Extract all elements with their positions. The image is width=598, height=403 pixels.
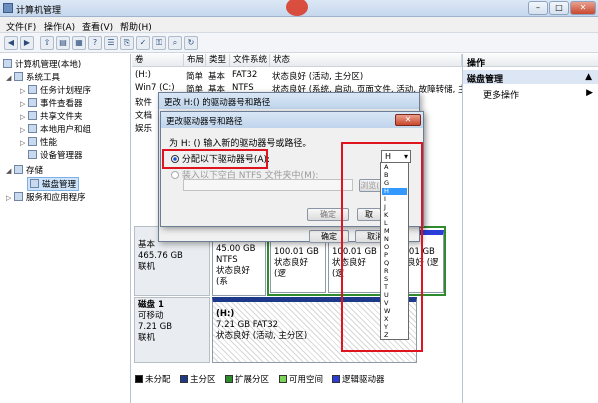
toolbar: ◀ ▶ ⇧ ▤ ▦ ? ☰ ⎘ ✓ ⚿ ⌕ ↻ — [0, 33, 598, 53]
minimize-button[interactable]: – — [528, 1, 548, 15]
task-scheduler-icon — [28, 85, 37, 94]
tree-storage[interactable]: ◢ 存储 — [6, 164, 43, 176]
tree-item-performance[interactable]: ▷ 性能 — [20, 136, 57, 148]
tree-system-tools[interactable]: ◢ 系统工具 — [6, 71, 60, 83]
legend-unallocated: 未分配 — [135, 373, 171, 385]
legend-primary: 主分区 — [180, 373, 216, 385]
folder-path-input[interactable] — [183, 179, 353, 191]
users-icon — [28, 124, 37, 133]
expand-arrow-icon[interactable]: ▷ — [6, 194, 14, 202]
legend-bar: 未分配 主分区 扩展分区 可用空间 逻辑驱动器 — [132, 371, 462, 385]
collapse-up-icon[interactable]: ▲ — [585, 72, 592, 82]
event-viewer-icon — [28, 98, 37, 107]
device-manager-icon — [28, 150, 37, 159]
back-icon[interactable]: ◀ — [4, 36, 18, 50]
search-icon[interactable]: ⌕ — [168, 36, 182, 50]
dialog-prompt: 为 H: () 输入新的驱动器号或路径。 — [169, 139, 312, 149]
more-actions-link[interactable]: 更多操作 ▶ — [483, 88, 595, 101]
tree-item-shared-folders[interactable]: ▷ 共享文件夹 — [20, 110, 83, 122]
dialog-close-button[interactable]: ✕ — [395, 114, 421, 126]
tree-services[interactable]: ▷ 服务和应用程序 — [6, 191, 86, 203]
expand-arrow-icon[interactable]: ▷ — [20, 113, 28, 121]
table-row[interactable]: 软件 — [135, 96, 152, 108]
menu-help[interactable]: 帮助(H) — [120, 20, 152, 33]
col-header-layout[interactable]: 布局 — [184, 54, 206, 67]
help-icon[interactable]: ? — [88, 36, 102, 50]
list-icon[interactable]: ☰ — [104, 36, 118, 50]
col-header-type[interactable]: 类型 — [206, 54, 230, 67]
key-icon[interactable]: ⚿ — [152, 36, 166, 50]
tree-item-event-viewer[interactable]: ▷ 事件查看器 — [20, 97, 83, 109]
collapse-arrow-icon[interactable]: ◢ — [6, 74, 14, 82]
legend-free: 可用空间 — [279, 373, 323, 385]
disk-management-icon — [30, 179, 39, 188]
tree-item-task-scheduler[interactable]: ▷ 任务计划程序 — [20, 84, 91, 96]
extended-swatch-icon — [225, 375, 233, 383]
expand-arrow-icon[interactable]: ▷ — [20, 126, 28, 134]
window-title: 计算机管理 — [16, 6, 62, 16]
col-header-volume[interactable]: 卷 — [132, 54, 184, 67]
expand-arrow-icon[interactable]: ▷ — [20, 87, 28, 95]
free-swatch-icon — [279, 375, 287, 383]
forward-icon[interactable]: ▶ — [20, 36, 34, 50]
col-header-status[interactable]: 状态 — [270, 54, 462, 67]
table-row[interactable]: 娱乐 — [135, 122, 152, 134]
navigation-tree: 计算机管理(本地) ◢ 系统工具 ▷ 任务计划程序 ▷ 事件查看器 ▷ 共享文件夹 ▷ 本… — [0, 54, 131, 403]
export-icon[interactable]: ⎘ — [120, 36, 134, 50]
services-icon — [14, 192, 23, 201]
menu-bar: 文件(F) 操作(A) 查看(V) 帮助(H) — [0, 17, 598, 33]
show-tree-icon[interactable]: ▤ — [56, 36, 70, 50]
storage-icon — [14, 165, 23, 174]
radio-unselected-icon[interactable] — [171, 171, 179, 179]
up-folder-icon[interactable]: ⇧ — [40, 36, 54, 50]
logical-swatch-icon — [332, 375, 340, 383]
close-button[interactable]: ✕ — [570, 1, 596, 15]
computer-icon — [3, 59, 12, 68]
tree-disk-management[interactable]: 磁盘管理 — [27, 177, 80, 191]
actions-header: 操作 — [463, 54, 598, 69]
tree-root[interactable]: 计算机管理(本地) — [3, 58, 81, 70]
expand-arrow-icon[interactable]: ▷ — [20, 100, 28, 108]
legend-logical: 逻辑驱动器 — [332, 373, 385, 385]
highlight-letter-list — [341, 142, 423, 352]
table-row[interactable]: 文档 — [135, 109, 152, 121]
performance-icon — [28, 137, 37, 146]
unallocated-swatch-icon — [135, 375, 143, 383]
collapse-arrow-icon[interactable]: ◢ — [6, 167, 14, 175]
primary-swatch-icon — [180, 375, 188, 383]
actions-section-disk-management[interactable]: 磁盘管理 ▲ — [463, 70, 598, 85]
legend-extended: 扩展分区 — [225, 373, 269, 385]
tools-icon — [14, 72, 23, 81]
refresh-icon[interactable]: ↻ — [184, 36, 198, 50]
computer-management-icon — [3, 3, 13, 13]
menu-file[interactable]: 文件(F) — [6, 20, 36, 33]
check-icon[interactable]: ✓ — [136, 36, 150, 50]
shared-folder-icon — [28, 111, 37, 120]
inner-dialog-title: 更改驱动器号和路径 — [161, 112, 423, 128]
menu-action[interactable]: 操作(A) — [44, 20, 75, 33]
highlight-assign-option — [162, 149, 268, 169]
expand-arrow-icon[interactable]: ▷ — [20, 139, 28, 147]
maximize-button[interactable]: □ — [549, 1, 569, 15]
tree-item-device-manager[interactable]: 设备管理器 — [28, 149, 83, 161]
tree-item-local-users[interactable]: ▷ 本地用户和组 — [20, 123, 91, 135]
disk-1-label[interactable]: 磁盘 1 可移动 7.21 GB 联机 — [134, 297, 210, 363]
properties-icon[interactable]: ▦ — [72, 36, 86, 50]
chevron-right-icon: ▶ — [586, 88, 593, 98]
actions-pane: 操作 磁盘管理 ▲ 更多操作 ▶ — [462, 54, 598, 403]
menu-view[interactable]: 查看(V) — [82, 20, 113, 33]
col-header-filesystem[interactable]: 文件系统 — [230, 54, 270, 67]
outer-dialog-title: 更改 H:() 的驱动器号和路径 — [159, 93, 419, 109]
